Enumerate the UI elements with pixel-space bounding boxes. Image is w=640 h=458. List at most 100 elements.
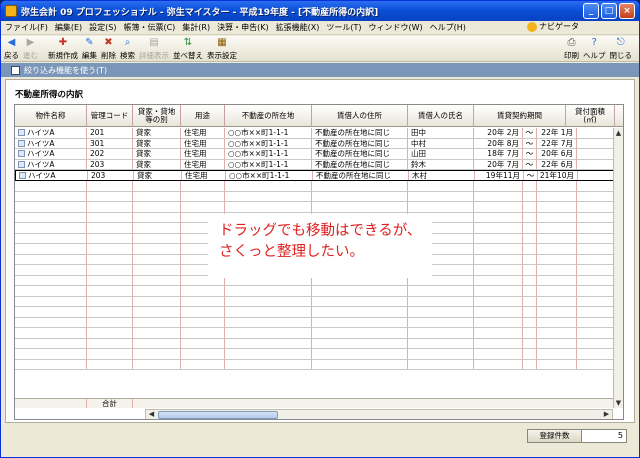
col-property-name[interactable]: 物件名称 bbox=[15, 105, 87, 127]
filter-checkbox[interactable] bbox=[11, 65, 20, 75]
menu-edit[interactable]: 編集(E) bbox=[55, 22, 82, 33]
col-contract-period[interactable]: 賃貸契約期間 bbox=[474, 105, 566, 127]
menu-reports[interactable]: 集計(R) bbox=[182, 22, 210, 33]
table-cell: 住宅用 bbox=[181, 138, 225, 148]
menu-settings[interactable]: 設定(S) bbox=[89, 22, 116, 33]
scroll-right-icon[interactable]: ▶ bbox=[601, 410, 612, 419]
menu-extensions[interactable]: 拡張機能(X) bbox=[276, 22, 320, 33]
filter-label[interactable]: 絞り込み機能を使う(T) bbox=[24, 65, 107, 76]
vertical-scrollbar[interactable]: ▲ ▼ bbox=[613, 128, 623, 408]
empty-cell bbox=[87, 359, 133, 369]
table-cell: 不動産の所在地に同じ bbox=[312, 159, 408, 169]
empty-table-row bbox=[15, 359, 623, 370]
cell-text: ハイツA bbox=[27, 149, 55, 158]
empty-cell bbox=[523, 307, 537, 317]
empty-cell bbox=[133, 265, 181, 275]
empty-cell bbox=[87, 233, 133, 243]
empty-cell bbox=[225, 181, 312, 191]
table-row[interactable]: ハイツA 202 貸家 住宅用 ○○市××町1-1-1 不動産の所在地に同じ 山田 18年 7… bbox=[15, 149, 623, 160]
display-settings-button[interactable]: ▦ 表示設定 bbox=[206, 36, 238, 62]
menu-closing[interactable]: 決算・申告(K) bbox=[217, 22, 269, 33]
menu-books[interactable]: 帳簿・伝票(C) bbox=[123, 22, 175, 33]
app-icon[interactable] bbox=[5, 5, 17, 17]
horizontal-scrollbar[interactable]: ◀ ▶ bbox=[145, 409, 613, 419]
col-management-code[interactable]: 管理コード bbox=[87, 105, 133, 127]
empty-cell bbox=[181, 296, 225, 306]
scroll-thumb[interactable] bbox=[158, 411, 278, 419]
empty-cell bbox=[523, 286, 537, 296]
callout-line-2: さくっと整理したい。 bbox=[219, 244, 364, 260]
delete-button[interactable]: ✖ 削除 bbox=[100, 36, 117, 62]
empty-cell bbox=[523, 202, 537, 212]
table-cell: 田中 bbox=[408, 128, 474, 138]
empty-cell bbox=[474, 317, 523, 327]
delete-label: 削除 bbox=[101, 51, 116, 60]
table-row[interactable]: ハイツA 201 貸家 住宅用 ○○市××町1-1-1 不動産の所在地に同じ 田中 20年 2… bbox=[15, 128, 623, 139]
print-button[interactable]: ⎙ 印刷 bbox=[563, 36, 580, 62]
empty-cell bbox=[474, 212, 523, 222]
empty-cell bbox=[523, 254, 537, 264]
empty-table-row bbox=[15, 338, 623, 349]
detail-button[interactable]: ▤ 詳細表示 bbox=[138, 36, 170, 62]
minimize-button[interactable]: _ bbox=[583, 3, 599, 19]
sort-label: 並べ替え bbox=[173, 51, 203, 60]
table-row[interactable]: ハイツA 203 貸家 住宅用 ○○市××町1-1-1 不動産の所在地に同じ 木村 19年11… bbox=[15, 170, 623, 181]
empty-cell bbox=[537, 338, 577, 348]
help-button[interactable]: ? ヘルプ bbox=[582, 36, 607, 62]
col-property-location[interactable]: 不動産の所在地 bbox=[225, 105, 312, 127]
forward-label: 進む bbox=[23, 51, 38, 60]
maximize-button[interactable]: □ bbox=[601, 3, 617, 19]
back-button[interactable]: ◀ 戻る bbox=[3, 36, 20, 62]
total-row: 合計 bbox=[15, 398, 623, 408]
table-cell: 22年 6月 bbox=[537, 159, 577, 169]
menu-file[interactable]: ファイル(F) bbox=[5, 22, 48, 33]
edit-button[interactable]: ✎ 編集 bbox=[81, 36, 98, 62]
scroll-up-icon[interactable]: ▲ bbox=[614, 128, 623, 138]
empty-cell bbox=[181, 286, 225, 296]
empty-cell bbox=[523, 212, 537, 222]
detail-icon: ▤ bbox=[149, 37, 159, 48]
empty-cell bbox=[537, 265, 577, 275]
close-window-button[interactable]: × bbox=[619, 3, 635, 19]
empty-cell bbox=[408, 296, 474, 306]
display-settings-label: 表示設定 bbox=[207, 51, 237, 60]
empty-cell bbox=[87, 317, 133, 327]
empty-table-row bbox=[15, 191, 623, 202]
new-button[interactable]: ✚ 新規作成 bbox=[47, 36, 79, 62]
search-button[interactable]: ⌕ 検索 bbox=[119, 36, 136, 62]
empty-cell bbox=[408, 359, 474, 369]
empty-cell bbox=[312, 296, 408, 306]
close-label: 閉じる bbox=[609, 51, 633, 60]
empty-cell bbox=[133, 191, 181, 201]
col-tenant-address[interactable]: 賃借人の住所 bbox=[312, 105, 408, 127]
col-usage[interactable]: 用途 bbox=[181, 105, 225, 127]
table-row[interactable]: ハイツA 301 貸家 住宅用 ○○市××町1-1-1 不動産の所在地に同じ 中村 20年 8… bbox=[15, 138, 623, 149]
scroll-down-icon[interactable]: ▼ bbox=[614, 398, 623, 408]
empty-cell bbox=[474, 359, 523, 369]
empty-cell bbox=[537, 244, 577, 254]
sort-button[interactable]: ⇅ 並べ替え bbox=[172, 36, 204, 62]
empty-cell bbox=[133, 233, 181, 243]
empty-cell bbox=[225, 191, 312, 201]
col-rental-type[interactable]: 貸家・貸地 等の別 bbox=[133, 105, 181, 127]
empty-cell bbox=[474, 254, 523, 264]
col-tenant-name[interactable]: 賃借人の氏名 bbox=[408, 105, 474, 127]
empty-table-row bbox=[15, 296, 623, 307]
menu-window[interactable]: ウィンドウ(W) bbox=[368, 22, 422, 33]
cell-text: ハイツA bbox=[28, 171, 56, 180]
back-label: 戻る bbox=[4, 51, 19, 60]
menu-tools[interactable]: ツール(T) bbox=[326, 22, 361, 33]
title-bar[interactable]: 弥生会計 09 プロフェッショナル - 弥生マイスター - 平成19年度 - [… bbox=[1, 1, 639, 21]
forward-button[interactable]: ▶ 進む bbox=[22, 36, 39, 62]
empty-cell bbox=[408, 202, 474, 212]
table-row[interactable]: ハイツA 203 貸家 住宅用 ○○市××町1-1-1 不動産の所在地に同じ 鈴木 20年 7… bbox=[15, 159, 623, 170]
col-leased-area[interactable]: 貸付面積 (㎡) bbox=[566, 105, 615, 127]
close-button[interactable]: ⎋ 閉じる bbox=[609, 36, 634, 62]
navigator-button[interactable]: ナビゲータ bbox=[527, 21, 579, 32]
menu-help[interactable]: ヘルプ(H) bbox=[430, 22, 466, 33]
empty-cell bbox=[181, 202, 225, 212]
scroll-left-icon[interactable]: ◀ bbox=[146, 410, 157, 419]
empty-cell bbox=[537, 275, 577, 285]
close-door-icon: ⎋ bbox=[616, 37, 625, 48]
empty-cell bbox=[87, 244, 133, 254]
